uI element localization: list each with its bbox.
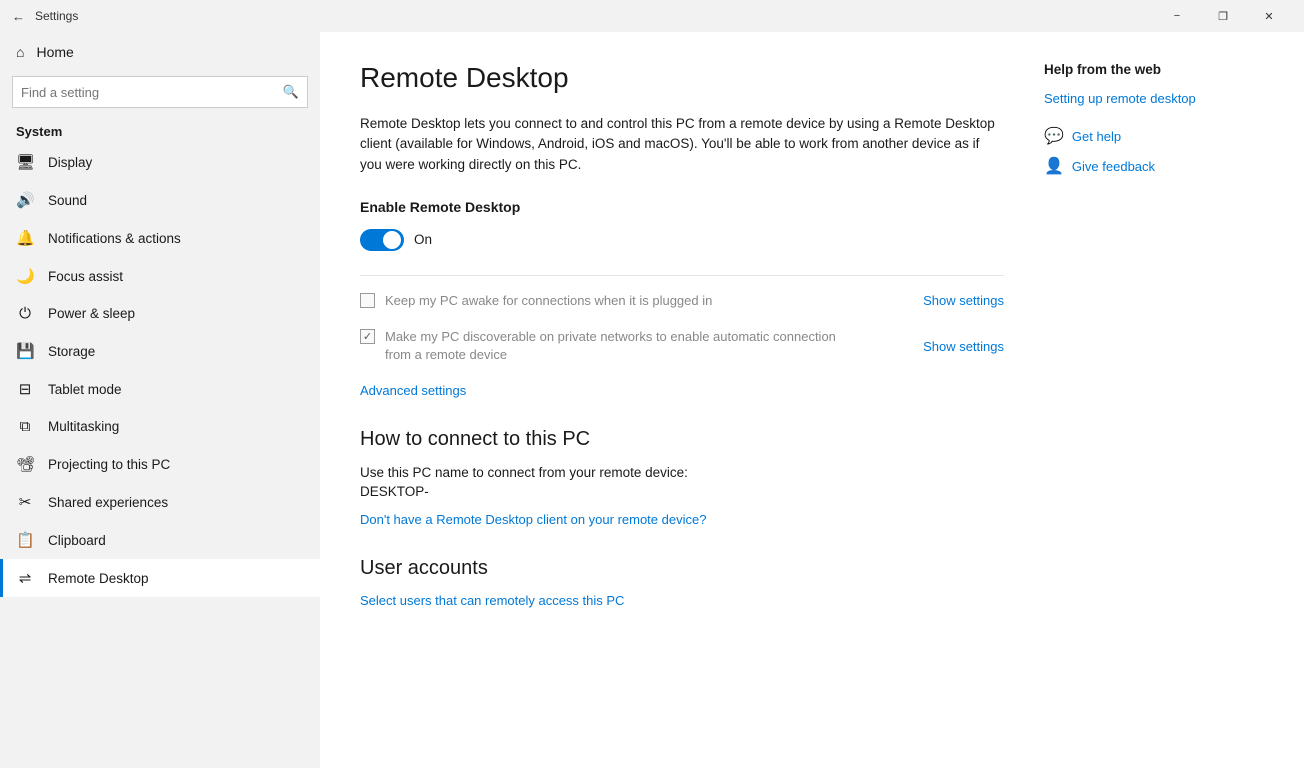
sidebar-item-label: Notifications & actions bbox=[48, 231, 181, 246]
user-accounts-title: User accounts bbox=[360, 557, 1004, 580]
connect-desc: Use this PC name to connect from your re… bbox=[360, 465, 1004, 480]
sidebar-item-label: Power & sleep bbox=[48, 306, 135, 321]
get-help-link[interactable]: Get help bbox=[1072, 129, 1121, 144]
get-help-row: 💬 Get help bbox=[1044, 126, 1264, 146]
right-panel: Help from the web Setting up remote desk… bbox=[1044, 62, 1264, 738]
checkbox-row-2: Make my PC discoverable on private netwo… bbox=[360, 328, 1004, 364]
notifications-icon: 🔔 bbox=[16, 229, 34, 247]
tablet-icon: ⊟ bbox=[16, 380, 34, 398]
sidebar-item-multitasking[interactable]: ⧉ Multitasking bbox=[0, 408, 320, 445]
feedback-icon: 👤 bbox=[1044, 156, 1064, 176]
content-area: Remote Desktop Remote Desktop lets you c… bbox=[360, 62, 1004, 738]
toggle-label: On bbox=[414, 232, 432, 247]
sidebar-item-storage[interactable]: 💾 Storage bbox=[0, 332, 320, 370]
checkbox-2[interactable] bbox=[360, 329, 375, 344]
checkbox-1-text: Keep my PC awake for connections when it… bbox=[385, 292, 712, 310]
maximize-button[interactable]: ❐ bbox=[1200, 0, 1246, 32]
main-content: Remote Desktop Remote Desktop lets you c… bbox=[320, 32, 1304, 768]
sidebar-item-label: Sound bbox=[48, 193, 87, 208]
sidebar-item-clipboard[interactable]: 📋 Clipboard bbox=[0, 521, 320, 559]
power-icon: ⏻ bbox=[16, 305, 34, 322]
sidebar-item-label: Tablet mode bbox=[48, 382, 122, 397]
app-title: Settings bbox=[35, 9, 78, 23]
get-help-icon: 💬 bbox=[1044, 126, 1064, 146]
home-icon: ⌂ bbox=[16, 44, 24, 60]
search-icon: 🔍 bbox=[283, 84, 299, 100]
home-label: Home bbox=[36, 44, 73, 60]
user-accounts-section: User accounts Select users that can remo… bbox=[360, 557, 1004, 610]
page-title: Remote Desktop bbox=[360, 62, 1004, 94]
help-section-title: Help from the web bbox=[1044, 62, 1264, 77]
sidebar-item-notifications[interactable]: 🔔 Notifications & actions bbox=[0, 219, 320, 257]
enable-heading: Enable Remote Desktop bbox=[360, 199, 1004, 215]
show-settings-link-1[interactable]: Show settings bbox=[923, 293, 1004, 308]
how-connect-section: How to connect to this PC Use this PC na… bbox=[360, 428, 1004, 529]
feedback-row: 👤 Give feedback bbox=[1044, 156, 1264, 176]
no-client-link[interactable]: Don't have a Remote Desktop client on yo… bbox=[360, 512, 706, 527]
checkbox-1[interactable] bbox=[360, 293, 375, 308]
sidebar-item-label: Display bbox=[48, 155, 92, 170]
sidebar-item-label: Clipboard bbox=[48, 533, 106, 548]
multitasking-icon: ⧉ bbox=[16, 418, 34, 435]
sidebar-item-label: Shared experiences bbox=[48, 495, 168, 510]
storage-icon: 💾 bbox=[16, 342, 34, 360]
advanced-settings-link[interactable]: Advanced settings bbox=[360, 383, 466, 398]
display-icon: 🖥 bbox=[16, 153, 34, 171]
sidebar-item-display[interactable]: 🖥 Display bbox=[0, 143, 320, 181]
setup-link[interactable]: Setting up remote desktop bbox=[1044, 91, 1264, 106]
checkbox-row-1: Keep my PC awake for connections when it… bbox=[360, 292, 1004, 310]
title-bar: ← Settings − ❐ ✕ bbox=[0, 0, 1304, 32]
app-body: ⌂ Home 🔍 System 🖥 Display 🔊 Sound 🔔 Noti… bbox=[0, 32, 1304, 768]
sidebar-home[interactable]: ⌂ Home bbox=[0, 32, 320, 72]
projecting-icon: 📽 bbox=[16, 455, 34, 473]
show-settings-link-2[interactable]: Show settings bbox=[923, 339, 1004, 354]
checkbox-section: Keep my PC awake for connections when it… bbox=[360, 275, 1004, 365]
sidebar-item-label: Projecting to this PC bbox=[48, 457, 170, 472]
description: Remote Desktop lets you connect to and c… bbox=[360, 114, 1004, 175]
checkbox-2-text: Make my PC discoverable on private netwo… bbox=[385, 328, 840, 364]
sidebar-item-tablet[interactable]: ⊟ Tablet mode bbox=[0, 370, 320, 408]
sidebar-item-sound[interactable]: 🔊 Sound bbox=[0, 181, 320, 219]
how-connect-title: How to connect to this PC bbox=[360, 428, 1004, 451]
sidebar-item-remote[interactable]: ⇌ Remote Desktop bbox=[0, 559, 320, 597]
sidebar-item-label: Focus assist bbox=[48, 269, 123, 284]
remote-desktop-toggle[interactable] bbox=[360, 229, 404, 251]
sidebar: ⌂ Home 🔍 System 🖥 Display 🔊 Sound 🔔 Noti… bbox=[0, 32, 320, 768]
remote-icon: ⇌ bbox=[16, 569, 34, 587]
close-button[interactable]: ✕ bbox=[1246, 0, 1292, 32]
sidebar-item-shared[interactable]: ✂ Shared experiences bbox=[0, 483, 320, 521]
sidebar-item-label: Multitasking bbox=[48, 419, 119, 434]
sound-icon: 🔊 bbox=[16, 191, 34, 209]
shared-icon: ✂ bbox=[16, 493, 34, 511]
toggle-row: On bbox=[360, 229, 1004, 251]
search-input[interactable] bbox=[21, 85, 283, 100]
clipboard-icon: 📋 bbox=[16, 531, 34, 549]
minimize-button[interactable]: − bbox=[1154, 0, 1200, 32]
section-label: System bbox=[0, 116, 320, 143]
sidebar-item-label: Storage bbox=[48, 344, 95, 359]
sidebar-item-projecting[interactable]: 📽 Projecting to this PC bbox=[0, 445, 320, 483]
back-icon[interactable]: ← bbox=[12, 9, 25, 24]
feedback-link[interactable]: Give feedback bbox=[1072, 159, 1155, 174]
focus-icon: 🌙 bbox=[16, 267, 34, 285]
search-box[interactable]: 🔍 bbox=[12, 76, 308, 108]
pc-name: DESKTOP- bbox=[360, 484, 1004, 499]
sidebar-item-label: Remote Desktop bbox=[48, 571, 149, 586]
sidebar-item-power[interactable]: ⏻ Power & sleep bbox=[0, 295, 320, 332]
select-users-link[interactable]: Select users that can remotely access th… bbox=[360, 593, 624, 608]
sidebar-item-focus[interactable]: 🌙 Focus assist bbox=[0, 257, 320, 295]
